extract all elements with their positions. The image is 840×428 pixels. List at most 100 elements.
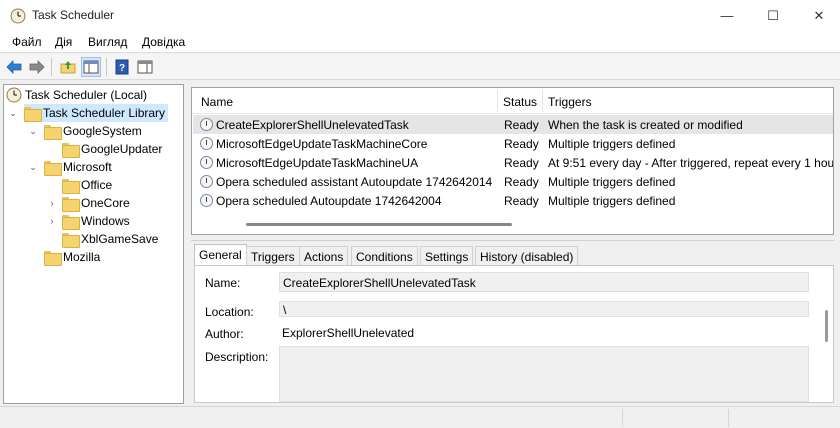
tree-item-microsoft[interactable]: Microsoft <box>44 158 112 176</box>
column-header-name[interactable]: Name <box>201 95 233 109</box>
chevron-right-icon[interactable]: › <box>47 198 57 208</box>
table-row[interactable]: Opera scheduled assistant Autoupdate 174… <box>193 172 833 191</box>
tab-actions[interactable]: Actions <box>299 246 349 266</box>
column-header-status[interactable]: Status <box>503 95 537 109</box>
task-clock-icon <box>200 118 213 131</box>
title-bar: Task Scheduler — ☐ ✕ <box>0 0 840 31</box>
tree-label: GoogleSystem <box>63 124 142 138</box>
tree-item-task-scheduler-local[interactable]: Task Scheduler (Local) <box>6 86 182 104</box>
task-list-header: Name Status Triggers <box>192 88 833 114</box>
task-status: Ready <box>504 194 539 208</box>
status-bar-divider <box>622 409 623 427</box>
task-clock-icon <box>200 156 213 169</box>
tree-label: XblGameSave <box>81 232 159 246</box>
task-status: Ready <box>504 156 539 170</box>
task-name: MicrosoftEdgeUpdateTaskMachineUA <box>216 156 419 170</box>
back-button[interactable] <box>4 57 24 77</box>
tree-item-xblgamesave[interactable]: XblGameSave <box>62 230 158 248</box>
up-folder-icon <box>60 61 76 74</box>
tree-item-googlesystem[interactable]: GoogleSystem <box>44 122 142 140</box>
table-row[interactable]: MicrosoftEdgeUpdateTaskMachineUA Ready A… <box>193 153 834 172</box>
author-label: Author: <box>205 327 244 341</box>
action-pane-button[interactable] <box>135 57 155 77</box>
tree-label: Office <box>81 178 113 192</box>
folder-icon <box>62 178 80 194</box>
tree-label: Task Scheduler Library <box>43 106 166 120</box>
chevron-down-icon[interactable]: ⌄ <box>8 108 18 118</box>
folder-icon <box>62 142 80 158</box>
close-button[interactable]: ✕ <box>796 0 840 31</box>
tab-conditions[interactable]: Conditions <box>351 246 418 266</box>
vertical-scrollbar[interactable] <box>834 87 838 237</box>
menu-action[interactable]: Дія <box>55 35 72 49</box>
toolbar: ? <box>0 54 840 80</box>
general-tab-panel: Name: CreateExplorerShellUnelevatedTask … <box>194 265 834 403</box>
name-label: Name: <box>205 276 241 290</box>
task-name: Opera scheduled assistant Autoupdate 174… <box>216 175 493 189</box>
task-scheduler-app-icon <box>10 8 26 24</box>
tab-general[interactable]: General <box>194 244 247 267</box>
task-list: Name Status Triggers CreateExplorerShell… <box>191 87 834 235</box>
task-detail-pane: General Triggers Actions Conditions Sett… <box>191 240 834 403</box>
tree-item-mozilla[interactable]: Mozilla <box>44 248 100 266</box>
location-field[interactable]: \ <box>279 301 809 317</box>
toolbar-separator <box>106 58 107 76</box>
table-row[interactable]: Opera scheduled Autoupdate 1742642004 Re… <box>193 191 833 210</box>
forward-icon <box>29 60 45 74</box>
maximize-button[interactable]: ☐ <box>750 0 796 31</box>
tree-label: Windows <box>81 214 130 228</box>
clock-icon <box>6 87 22 103</box>
status-bar <box>0 406 840 428</box>
menu-help[interactable]: Довідка <box>142 35 185 49</box>
chevron-down-icon[interactable]: ⌄ <box>28 162 38 172</box>
minimize-button[interactable]: — <box>704 0 750 31</box>
help-button[interactable]: ? <box>112 57 132 77</box>
tree-item-onecore[interactable]: OneCore <box>62 194 130 212</box>
chevron-down-icon[interactable]: ⌄ <box>28 126 38 136</box>
tree-label: GoogleUpdater <box>81 142 163 156</box>
task-name: MicrosoftEdgeUpdateTaskMachineCore <box>216 137 428 151</box>
column-divider[interactable] <box>542 90 543 112</box>
folder-icon <box>24 106 42 122</box>
window-title: Task Scheduler <box>32 8 115 22</box>
table-row[interactable]: MicrosoftEdgeUpdateTaskMachineCore Ready… <box>193 134 833 153</box>
description-field[interactable] <box>279 346 809 402</box>
location-label: Location: <box>205 305 254 319</box>
menu-file[interactable]: Файл <box>12 35 42 49</box>
task-triggers: Multiple triggers defined <box>548 194 676 208</box>
forward-button[interactable] <box>27 57 47 77</box>
folder-icon <box>44 250 62 266</box>
show-hide-console-tree-button[interactable] <box>81 57 101 77</box>
tree-item-office[interactable]: Office <box>62 176 112 194</box>
up-button[interactable] <box>58 57 78 77</box>
task-triggers: At 9:51 every day - After triggered, rep… <box>548 156 834 170</box>
folder-icon <box>62 196 80 212</box>
menu-bar: Файл Дія Вигляд Довідка <box>0 31 840 53</box>
tab-triggers[interactable]: Triggers <box>246 246 300 266</box>
menu-view[interactable]: Вигляд <box>88 35 127 49</box>
task-triggers: Multiple triggers defined <box>548 175 676 189</box>
task-status: Ready <box>504 118 539 132</box>
status-bar-divider <box>728 409 729 427</box>
column-divider[interactable] <box>497 90 498 112</box>
tree-item-googleupdater[interactable]: GoogleUpdater <box>62 140 162 158</box>
task-clock-icon <box>200 137 213 150</box>
vertical-scrollbar[interactable] <box>825 310 828 342</box>
tree-label: OneCore <box>81 196 130 210</box>
name-field[interactable]: CreateExplorerShellUnelevatedTask <box>279 272 809 292</box>
chevron-right-icon[interactable]: › <box>47 216 57 226</box>
tab-history[interactable]: History (disabled) <box>475 246 579 266</box>
task-status: Ready <box>504 175 539 189</box>
column-header-triggers[interactable]: Triggers <box>548 95 592 109</box>
help-icon: ? <box>115 59 129 75</box>
tree-item-windows[interactable]: Windows <box>62 212 130 230</box>
horizontal-scrollbar[interactable] <box>246 223 512 226</box>
table-row[interactable]: CreateExplorerShellUnelevatedTask Ready … <box>193 115 833 134</box>
tree-item-task-scheduler-library[interactable]: Task Scheduler Library <box>24 104 168 122</box>
task-name: Opera scheduled Autoupdate 1742642004 <box>216 194 442 208</box>
task-name: CreateExplorerShellUnelevatedTask <box>216 118 409 132</box>
tab-settings[interactable]: Settings <box>420 246 474 266</box>
author-field[interactable]: ExplorerShellUnelevated <box>279 323 809 343</box>
folder-icon <box>44 160 62 176</box>
description-label: Description: <box>205 350 269 364</box>
